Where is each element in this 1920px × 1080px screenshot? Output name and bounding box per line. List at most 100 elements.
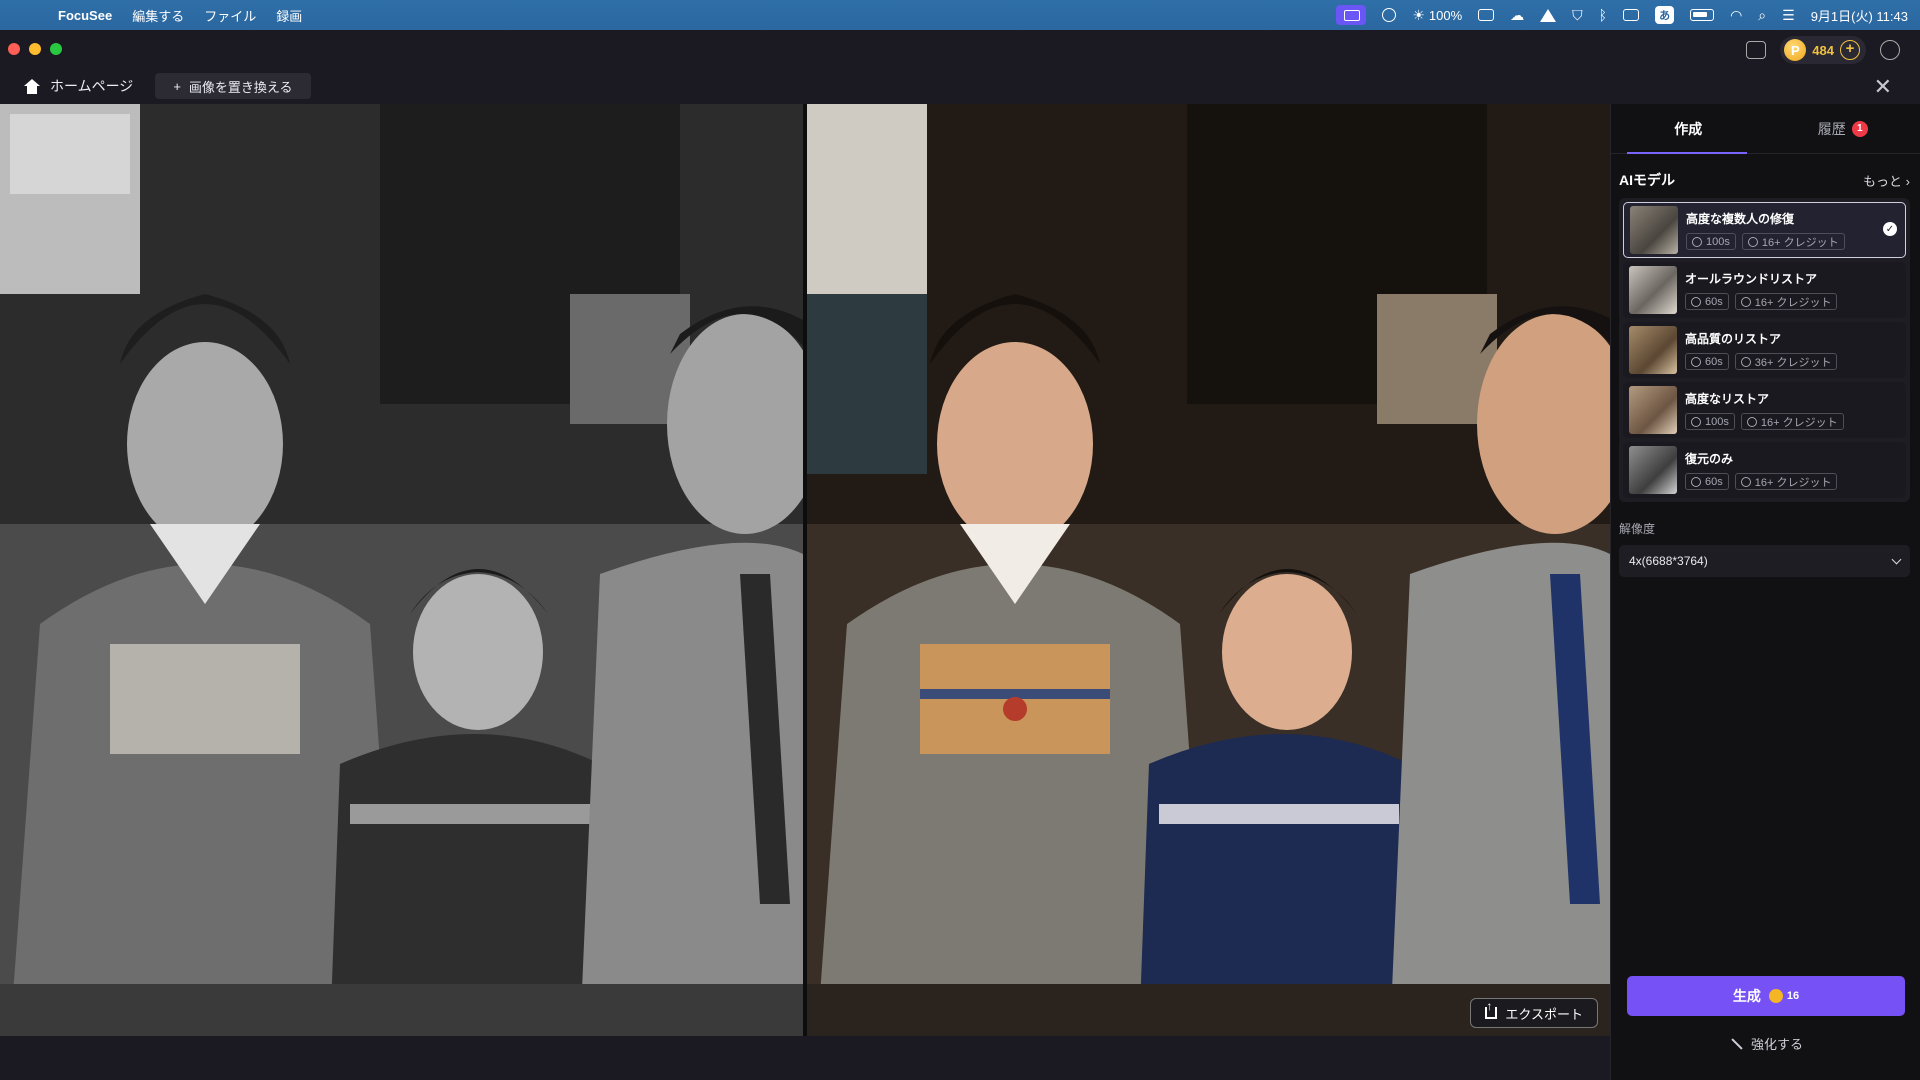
export-button[interactable]: エクスポート — [1470, 998, 1598, 1028]
export-label: エクスポート — [1505, 1006, 1583, 1022]
credit-icon — [1740, 356, 1751, 367]
input-method-indicator[interactable]: あ — [1655, 6, 1675, 24]
replace-image-button[interactable]: + 画像を置き換える — [155, 73, 311, 99]
model-time: 60s — [1705, 355, 1723, 368]
model-item[interactable]: 高度な複数人の修復 100s 16+ クレジット ✓ — [1623, 202, 1906, 258]
model-credits: 16+ クレジット — [1754, 476, 1832, 489]
plus-icon: + — [173, 78, 181, 94]
model-time: 60s — [1705, 475, 1723, 488]
titlebar-actions: P 484 + — [1746, 36, 1900, 64]
credit-chip: 16+ クレジット — [1734, 293, 1838, 310]
clock-icon — [1691, 416, 1701, 427]
credit-icon — [1740, 476, 1751, 487]
focus-icon[interactable] — [1382, 8, 1397, 22]
menu-clock[interactable]: 9月1日(火) 11:43 — [1811, 6, 1908, 25]
close-window-button[interactable] — [8, 43, 20, 55]
ai-model-title: AIモデル — [1619, 172, 1675, 188]
model-thumbnail — [1629, 326, 1677, 374]
account-icon[interactable] — [1880, 40, 1900, 60]
model-item[interactable]: 高度なリストア 100s 16+ クレジット — [1623, 382, 1906, 438]
clock-icon — [1691, 296, 1701, 307]
tab-history[interactable]: 履歴 1 — [1766, 104, 1920, 153]
model-thumbnail — [1629, 446, 1677, 494]
tab-create-label: 作成 — [1674, 120, 1703, 137]
home-link[interactable]: ホームページ — [24, 76, 133, 96]
time-chip: 100s — [1685, 413, 1735, 430]
control-center-icon[interactable]: ☰ — [1782, 8, 1795, 22]
model-time: 100s — [1706, 235, 1730, 248]
display-icon[interactable] — [1478, 9, 1495, 21]
add-credits-icon[interactable]: + — [1840, 40, 1860, 60]
clock-icon — [1691, 356, 1701, 367]
spotlight-search-icon[interactable]: ⌕ — [1758, 8, 1766, 22]
toolbar: ホームページ + 画像を置き換える ✕ — [0, 68, 1920, 104]
original-photo — [0, 104, 803, 1036]
resolution-select[interactable]: 4x(6688*3764) — [1619, 545, 1910, 577]
screen-record-icon[interactable] — [1336, 5, 1367, 25]
model-name: オールラウンドリストア — [1685, 272, 1818, 286]
model-item[interactable]: 復元のみ 60s 16+ クレジット — [1623, 442, 1906, 498]
model-time: 100s — [1705, 415, 1729, 428]
credit-chip: 16+ クレジット — [1734, 473, 1838, 490]
tab-history-label: 履歴 — [1817, 120, 1846, 137]
time-chip: 60s — [1685, 353, 1729, 370]
generate-label: 生成 — [1732, 988, 1761, 1004]
model-name: 復元のみ — [1685, 452, 1734, 466]
resolution-value: 4x(6688*3764) — [1629, 554, 1708, 568]
minimize-window-button[interactable] — [29, 43, 41, 55]
battery-icon[interactable] — [1690, 9, 1715, 21]
active-tab-indicator — [1627, 152, 1747, 154]
resolution-label: 解像度 — [1619, 522, 1656, 536]
model-meta: 60s 16+ クレジット — [1685, 473, 1838, 490]
upload-icon — [1485, 999, 1498, 1019]
credit-chip: 16+ クレジット — [1740, 413, 1844, 430]
model-meta: 100s 16+ クレジット — [1685, 413, 1844, 430]
window-controls — [8, 43, 62, 55]
home-label: ホームページ — [50, 78, 134, 94]
model-credits: 16+ クレジット — [1754, 296, 1832, 309]
model-list: 高度な複数人の修復 100s 16+ クレジット ✓ オールラウンドリストア 6… — [1619, 198, 1910, 502]
maximize-window-button[interactable] — [50, 43, 62, 55]
comparison-canvas[interactable]: エクスポート — [0, 104, 1610, 1036]
bluetooth-icon[interactable]: ᛒ — [1599, 8, 1607, 22]
model-info: 高品質のリストア 60s 36+ クレジット — [1685, 330, 1838, 370]
menu-app-name[interactable]: FocuSee — [58, 8, 112, 23]
model-item[interactable]: オールラウンドリストア 60s 16+ クレジット — [1623, 262, 1906, 318]
bottom-bar — [0, 1036, 1610, 1080]
clock-icon — [1692, 236, 1702, 247]
close-icon[interactable]: ✕ — [1874, 74, 1892, 100]
model-credits: 16+ クレジット — [1761, 236, 1839, 249]
menu-record[interactable]: 録画 — [276, 6, 302, 25]
model-meta: 60s 36+ クレジット — [1685, 353, 1838, 370]
model-thumbnail — [1630, 206, 1678, 254]
model-name: 高度な複数人の修復 — [1686, 212, 1795, 226]
tab-create[interactable]: 作成 — [1611, 104, 1766, 153]
wifi-icon[interactable]: ◠ — [1730, 8, 1742, 22]
coin-icon — [1768, 989, 1783, 1003]
brightness-status[interactable]: ☀ 100% — [1412, 8, 1462, 23]
replace-image-label: 画像を置き換える — [188, 79, 293, 95]
sidebar-icon[interactable] — [1623, 9, 1640, 21]
credit-count: 484 — [1812, 42, 1834, 58]
menu-file[interactable]: ファイル — [204, 6, 256, 25]
generate-button[interactable]: 生成 16 — [1627, 976, 1905, 1016]
model-info: オールラウンドリストア 60s 16+ クレジット — [1685, 270, 1838, 310]
message-icon[interactable] — [1746, 41, 1767, 59]
history-badge: 1 — [1851, 120, 1868, 137]
more-link[interactable]: もっと › — [1863, 171, 1910, 190]
coin-icon: P — [1784, 39, 1807, 61]
menu-edit[interactable]: 編集する — [132, 6, 184, 25]
shield-icon[interactable]: ⛉ — [1572, 8, 1583, 22]
enhance-button[interactable]: 強化する — [1611, 1034, 1920, 1053]
model-meta: 60s 16+ クレジット — [1685, 293, 1838, 310]
credit-balance[interactable]: P 484 + — [1780, 36, 1866, 64]
chevron-right-icon: › — [1905, 173, 1910, 189]
time-chip: 100s — [1686, 233, 1736, 250]
model-credits: 16+ クレジット — [1760, 416, 1838, 429]
credit-icon — [1746, 416, 1757, 427]
drive-icon[interactable] — [1540, 8, 1557, 22]
credit-icon — [1740, 296, 1751, 307]
sun-icon: ☀ — [1412, 7, 1425, 23]
model-item[interactable]: 高品質のリストア 60s 36+ クレジット — [1623, 322, 1906, 378]
cloud-icon[interactable]: ☁ — [1510, 8, 1524, 22]
